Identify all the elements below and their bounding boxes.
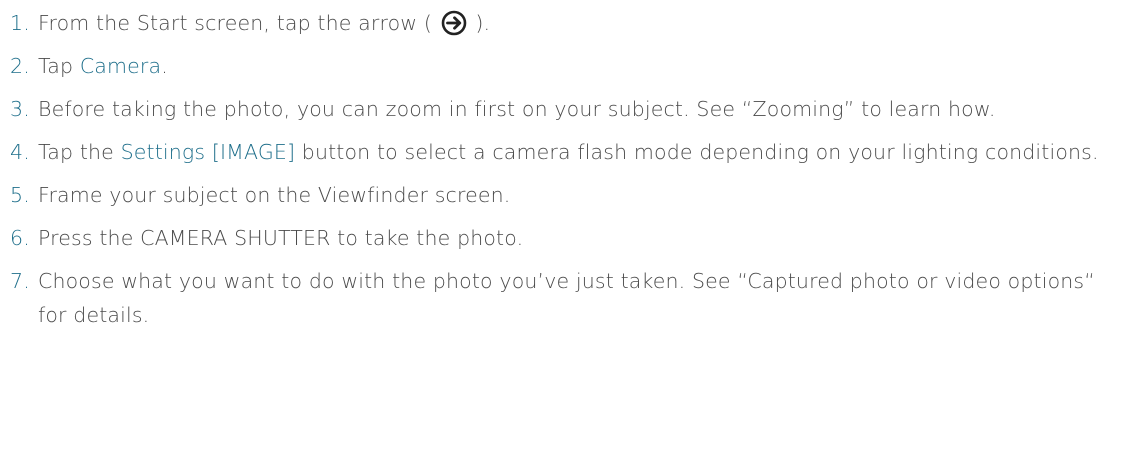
step-number: 2. [10, 54, 30, 78]
step-text-end: ). [475, 11, 491, 35]
step-number: 4. [10, 140, 30, 164]
step-number: 6. [10, 226, 30, 250]
step-number: 3. [10, 97, 30, 121]
step-2: 2. Tap Camera. [10, 49, 1110, 83]
instruction-steps: 1. From the Start screen, tap the arrow … [10, 6, 1110, 341]
step-text: Tap the [38, 140, 121, 164]
step-text-end: button to select a camera flash mode dep… [295, 140, 1099, 164]
arrow-circle-right-icon [441, 10, 467, 36]
step-number: 1. [10, 11, 30, 35]
step-3: 3. Before taking the photo, you can zoom… [10, 92, 1110, 126]
step-1: 1. From the Start screen, tap the arrow … [10, 6, 1110, 40]
step-text: Frame your subject on the Viewfinder scr… [38, 183, 511, 207]
step-5: 5. Frame your subject on the Viewfinder … [10, 178, 1110, 212]
step-text: Choose what you want to do with the phot… [38, 269, 1096, 327]
settings-term: Settings [IMAGE] [120, 140, 296, 164]
step-6: 6. Press the CAMERA SHUTTER to take the … [10, 221, 1110, 255]
camera-term: Camera [79, 54, 162, 78]
step-number: 5. [10, 183, 30, 207]
step-text: Press the CAMERA SHUTTER to take the pho… [38, 226, 524, 250]
step-text: Before taking the photo, you can zoom in… [38, 97, 996, 121]
step-number: 7. [10, 269, 30, 293]
step-4: 4. Tap the Settings [IMAGE] button to se… [10, 135, 1110, 169]
step-text: From the Start screen, tap the arrow ( [38, 11, 433, 35]
step-text-end: . [161, 54, 168, 78]
step-7: 7. Choose what you want to do with the p… [10, 264, 1110, 332]
step-text: Tap [38, 54, 80, 78]
